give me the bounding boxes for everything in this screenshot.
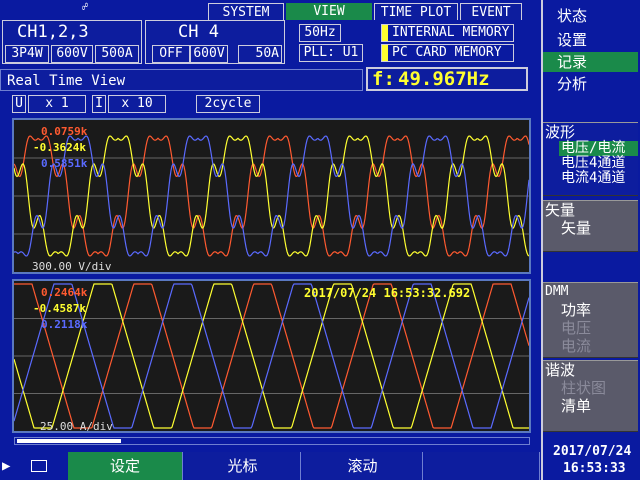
range-row: U x 1 I x 10 2cycle [0, 93, 540, 113]
capture-timestamp: 2017/07/24 16:53:32.692 [304, 286, 471, 300]
voltage-waveform-graph[interactable]: 0.0759k -0.3624k 0.5851k 300.00 V/div [12, 118, 531, 274]
f2-cursor-button[interactable]: 光标 [185, 452, 301, 480]
vector-title: 矢量 [545, 201, 576, 219]
clock-time: 16:53:33 [563, 461, 626, 476]
f3-scroll-button[interactable]: 滚动 [303, 452, 423, 480]
current-waveform-plot [14, 283, 529, 429]
ch123-current-range: 500A [95, 45, 139, 63]
menu-analysis[interactable]: 分析 [543, 74, 638, 94]
current-zoom[interactable]: x 10 [108, 95, 166, 113]
dmm-power[interactable]: 功率 [543, 301, 638, 319]
dmm-section: DMM 功率 电压 电流 [543, 282, 638, 358]
tab-event[interactable]: EVENT [460, 3, 522, 20]
dmm-current: 电流 [561, 337, 592, 355]
cycle-count[interactable]: 2cycle [196, 95, 260, 113]
dmm-title: DMM [545, 284, 569, 299]
tab-system[interactable]: SYSTEM [208, 3, 284, 20]
right-menu: 状态 设置 记录 分析 波形 电压/电流 电压4通道 电流4通道 矢量 矢量 D… [541, 0, 640, 480]
frequency-display: f: 49.967Hz [366, 67, 528, 91]
menu-record[interactable]: 记录 [543, 52, 638, 72]
tab-view[interactable]: VIEW [286, 3, 372, 20]
ch4-current-range: 50A [238, 45, 282, 63]
ch4-mode: OFF [152, 45, 190, 63]
network-icon: ☍ [82, 2, 89, 13]
tab-time-plot[interactable]: TIME PLOT [374, 3, 458, 20]
voltage-zoom[interactable]: x 1 [28, 95, 86, 113]
pc-card-indicator-bar [382, 45, 388, 61]
play-icon[interactable]: ▶ [2, 458, 20, 474]
vector-section: 矢量 矢量 [543, 200, 638, 252]
waveform-current-4ch[interactable]: 电流4通道 [543, 171, 638, 186]
ch4-voltage-range: 600V [190, 45, 228, 63]
menu-status[interactable]: 状态 [543, 6, 638, 26]
waveform-title: 波形 [545, 123, 576, 141]
harmonic-list[interactable]: 清单 [543, 397, 638, 415]
current-scale: 25.00 A/div [40, 420, 113, 433]
view-title: Real Time View [0, 69, 363, 91]
frequency-value: 49.967Hz [398, 68, 490, 90]
frequency-setting[interactable]: 50Hz [299, 24, 341, 42]
harmonic-title: 谐波 [545, 361, 576, 379]
internal-memory-label: INTERNAL MEMORY [392, 25, 510, 40]
pc-card-memory-label: PC CARD MEMORY [392, 45, 502, 60]
waveform-voltage-4ch[interactable]: 电压4通道 [543, 156, 638, 171]
ch123-voltage-range: 600V [51, 45, 93, 63]
voltage-u3-value: 0.5851k [41, 157, 88, 170]
voltage-axis-label: U [12, 95, 26, 113]
f1-settings-button[interactable]: 设定 [68, 452, 183, 480]
waveform-voltage-current[interactable]: 电压/电流 [559, 141, 638, 156]
voltage-scale: 300.00 V/div [32, 260, 112, 273]
menu-settings[interactable]: 设置 [543, 30, 638, 50]
frequency-label: f: [372, 68, 395, 90]
pll-source[interactable]: PLL: U1 [299, 44, 363, 62]
harmonic-section: 谐波 柱状图 清单 [543, 360, 638, 432]
current-i3-value: 0.2118k [41, 318, 88, 331]
vector-item[interactable]: 矢量 [543, 219, 638, 237]
voltage-u1-value: 0.0759k [41, 125, 88, 138]
ch4-panel[interactable]: CH 4 OFF 600V 50A [145, 20, 285, 64]
dmm-voltage: 电压 [561, 319, 592, 337]
voltage-u2-value: -0.3624k [33, 141, 86, 154]
current-waveform-graph[interactable]: 0.2464k -0.4587k 0.2118k 2017/07/24 16:5… [12, 279, 531, 433]
ch123-wiring: 3P4W [5, 45, 49, 63]
internal-memory-indicator: INTERNAL MEMORY [381, 24, 514, 42]
ch123-panel[interactable]: CH1,2,3 3P4W 600V 500A [2, 20, 142, 64]
waveform-section: 波形 电压/电流 电压4通道 电流4通道 [543, 122, 638, 196]
current-axis-label: I [92, 95, 106, 113]
scroll-thumb[interactable] [17, 439, 121, 443]
f4-empty-button[interactable] [425, 452, 540, 480]
harmonic-bar-graph: 柱状图 [561, 379, 607, 397]
voltage-waveform-plot [14, 135, 529, 257]
current-i1-value: 0.2464k [41, 286, 88, 299]
card-icon [31, 460, 47, 472]
memory-indicator-bar [382, 25, 388, 41]
ch4-title: CH 4 [178, 22, 219, 42]
scroll-track[interactable] [14, 437, 530, 445]
ch123-title: CH1,2,3 [17, 22, 89, 42]
pc-card-memory-indicator: PC CARD MEMORY [381, 44, 514, 62]
clock-date: 2017/07/24 [553, 444, 632, 459]
current-i2-value: -0.4587k [33, 302, 86, 315]
